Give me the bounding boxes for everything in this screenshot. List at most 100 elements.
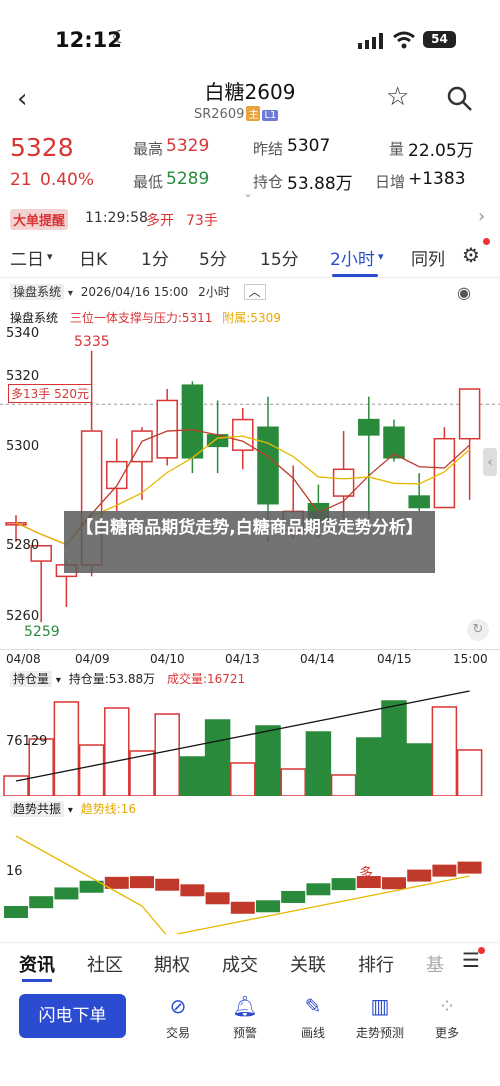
x-tick: 04/08	[6, 652, 41, 666]
volume-bar	[431, 706, 458, 796]
x-tick: 15:00	[453, 652, 488, 666]
trend-bar	[180, 884, 205, 897]
tab-1min[interactable]: 1分	[141, 245, 169, 270]
alert-time: 11:29:58	[85, 210, 148, 226]
tab-fundamental[interactable]: 基	[426, 951, 444, 977]
tab-news[interactable]: 资讯	[19, 951, 55, 977]
draw-button[interactable]: ✎ 画线	[278, 994, 348, 1041]
notification-dot	[483, 238, 490, 245]
volume-bar	[280, 768, 306, 796]
chevron-up-icon[interactable]: ︿	[243, 284, 266, 300]
trend-bar	[130, 876, 154, 889]
trend-chart-header: 趋势共振 ▾ 趋势线:16	[10, 800, 136, 817]
scroll-handle[interactable]: ‹	[483, 448, 497, 476]
oi-selector[interactable]: 持仓量	[10, 671, 53, 687]
period-tabs: 二日 ▾ 日K 1分 5分 15分 2小时 ▾ 同列 ⚙	[0, 236, 500, 278]
alert-tag: 大单提醒	[10, 209, 69, 230]
system-selector[interactable]: 操盘系统	[10, 284, 65, 300]
tab-daily[interactable]: 日K	[79, 245, 107, 270]
high-label: 最高	[133, 140, 164, 158]
flash-order-button[interactable]: 闪电下单	[19, 994, 126, 1038]
volume-bar	[179, 756, 206, 796]
y-tick: 5280	[6, 538, 40, 553]
oi-chart-header: 持仓量 ▾ 持仓量:53.88万 成交量:16721	[10, 670, 245, 687]
alert-label: 预警	[232, 1026, 257, 1040]
volume-bar	[406, 743, 432, 796]
trend-bar	[331, 878, 356, 891]
chevron-down-icon[interactable]: ⌄	[243, 186, 253, 200]
candle-body	[408, 495, 430, 509]
trend-bar	[432, 864, 457, 877]
more-button[interactable]: ⁘ 更多	[412, 994, 482, 1041]
vol-legend: 成交量:16721	[166, 672, 246, 686]
chevron-down-icon[interactable]: ▾	[56, 675, 61, 686]
search-icon[interactable]	[446, 85, 474, 113]
trend-bar	[4, 906, 28, 918]
legend-attach: 附属:5309	[222, 311, 281, 325]
trend-bar	[281, 890, 306, 903]
daily-value: +1383	[408, 169, 466, 189]
position-label: 多13手 520元	[8, 384, 92, 403]
trend-bar	[457, 861, 482, 874]
low-label: 最低	[133, 173, 164, 191]
volume-bar	[356, 737, 382, 796]
x-tick: 04/13	[225, 652, 260, 666]
alert-type: 多开	[146, 213, 174, 229]
star-icon[interactable]: ☆	[386, 82, 409, 112]
trade-button[interactable]: ⊘ 交易	[143, 994, 213, 1041]
tab-5min[interactable]: 5分	[199, 245, 227, 270]
alert-qty: 73手	[186, 213, 218, 229]
tab-community[interactable]: 社区	[87, 951, 123, 977]
tab-15min[interactable]: 15分	[260, 245, 299, 270]
chevron-down-icon[interactable]: ▾	[68, 288, 73, 299]
x-tick: 04/09	[75, 652, 110, 666]
vol-value: 22.05万	[408, 141, 474, 161]
trade-icon: ⊘	[169, 994, 187, 1018]
reset-icon[interactable]: ↻	[467, 619, 489, 641]
trend-bar	[205, 892, 230, 905]
volume-bar	[330, 774, 357, 796]
volume-chart[interactable]	[0, 686, 500, 796]
y-axis-labels: 5340 5320 5300 5280 5260	[0, 324, 60, 649]
tab-related[interactable]: 关联	[290, 951, 326, 977]
x-tick: 04/15	[377, 652, 412, 666]
chart-icon: ▥	[370, 994, 390, 1018]
tab-2day[interactable]: 二日	[10, 245, 44, 270]
volume-bar	[381, 700, 407, 796]
trend-chart[interactable]	[0, 816, 500, 934]
chevron-down-icon[interactable]: ▾	[68, 805, 73, 816]
trend-selector[interactable]: 趋势共振	[10, 801, 65, 817]
eye-icon[interactable]: ◉	[457, 283, 471, 302]
volume-bar	[204, 719, 231, 796]
chart-period: 2小时	[198, 285, 230, 299]
x-tick: 04/14	[300, 652, 335, 666]
trend-bar	[306, 883, 331, 896]
y-tick: 5320	[6, 369, 40, 384]
alert-button[interactable]: 🔔︎ 预警	[210, 994, 280, 1041]
action-bar: 闪电下单 ⊘ 交易 🔔︎ 预警 ✎ 画线 ▥ 走势预测 ⁘ 更多	[0, 986, 500, 1086]
forecast-button[interactable]: ▥ 走势预测	[345, 994, 415, 1041]
chevron-right-icon: ›	[478, 206, 486, 227]
settings-icon[interactable]: ⚙	[462, 243, 480, 267]
candlestick-chart[interactable]	[0, 324, 500, 649]
big-order-alert[interactable]: 大单提醒 11:29:58 多开 73手 ›	[0, 206, 500, 234]
y-tick: 5260	[6, 609, 40, 624]
moon-icon: ☾	[112, 27, 129, 48]
more-icon: ⁘	[438, 994, 456, 1018]
candle-body	[131, 430, 153, 463]
bottom-tabs: 资讯 社区 期权 成交 关联 排行 基 ☰	[0, 942, 500, 984]
active-tab-underline	[22, 979, 52, 982]
tab-rank[interactable]: 排行	[358, 951, 394, 977]
high-value: 5329	[166, 136, 210, 156]
chevron-down-icon[interactable]: ▾	[378, 250, 384, 263]
candle-body	[332, 468, 355, 497]
tab-trades[interactable]: 成交	[222, 951, 258, 977]
tab-2hour[interactable]: 2小时	[330, 245, 375, 270]
tab-peers[interactable]: 同列	[411, 245, 445, 270]
chevron-down-icon[interactable]: ▾	[47, 250, 53, 263]
pen-icon: ✎	[304, 994, 322, 1018]
price-change: 21	[10, 170, 32, 190]
trend-legend: 趋势线:16	[80, 802, 137, 816]
volume-bar	[255, 725, 281, 796]
tab-options[interactable]: 期权	[154, 951, 190, 977]
